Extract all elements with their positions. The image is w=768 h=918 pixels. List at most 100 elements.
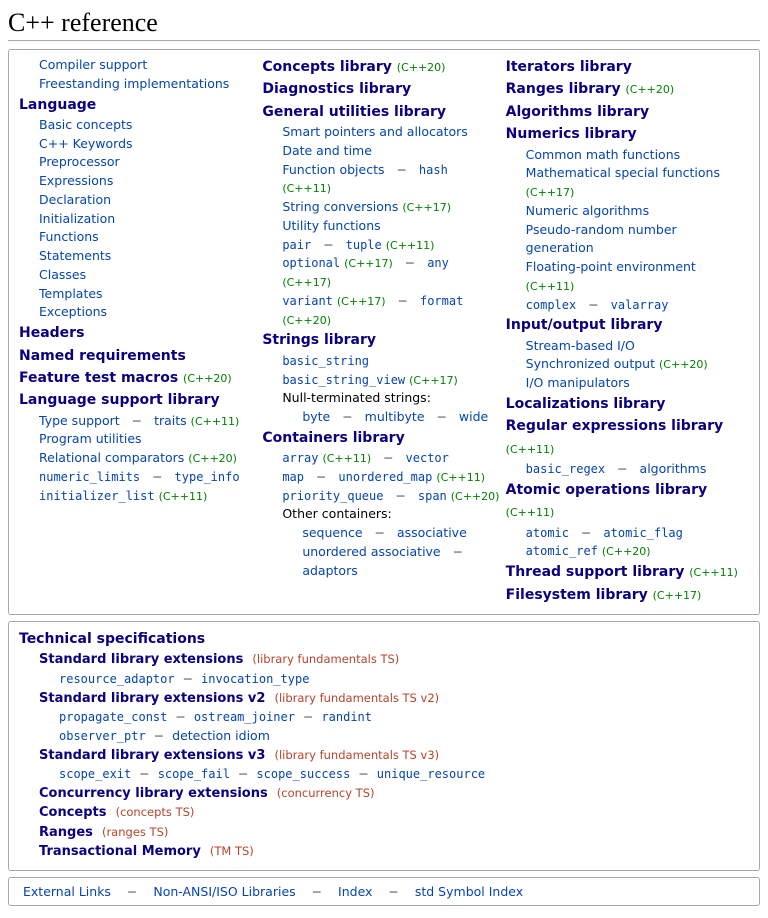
complex-link[interactable]: complex <box>526 298 577 312</box>
basic-string-view-link[interactable]: basic_string_view <box>282 373 405 387</box>
pair-link[interactable]: pair <box>282 238 311 252</box>
util-fn-link[interactable]: Utility functions <box>282 218 380 233</box>
scope-exit-link[interactable]: scope_exit <box>59 767 131 781</box>
map-link[interactable]: map <box>282 470 304 484</box>
common-math-link[interactable]: Common math functions <box>526 147 680 162</box>
optional-link[interactable]: optional <box>282 256 340 270</box>
unordered-map-link[interactable]: unordered_map <box>338 470 432 484</box>
compiler-support-link[interactable]: Compiler support <box>39 57 147 72</box>
program-utilities-link[interactable]: Program utilities <box>39 431 142 446</box>
headers-link[interactable]: Headers <box>19 325 84 341</box>
std-ext-link[interactable]: Standard library extensions <box>39 652 243 667</box>
regex-link[interactable]: Regular expressions library <box>506 418 724 434</box>
array-link[interactable]: array <box>282 451 318 465</box>
scope-success-link[interactable]: scope_success <box>256 767 350 781</box>
vector-link[interactable]: vector <box>406 451 449 465</box>
unique-resource-link[interactable]: unique_resource <box>377 767 485 781</box>
rel-comparators-link[interactable]: Relational comparators <box>39 450 184 465</box>
associative-link[interactable]: associative <box>397 525 467 540</box>
std-ext3-link[interactable]: Standard library extensions v3 <box>39 748 265 763</box>
numeric-algo-link[interactable]: Numeric algorithms <box>526 203 649 218</box>
initialization-link[interactable]: Initialization <box>39 211 115 226</box>
sequence-link[interactable]: sequence <box>302 525 362 540</box>
type-support-link[interactable]: Type support <box>39 413 120 428</box>
expressions-link[interactable]: Expressions <box>39 173 113 188</box>
basic-concepts-link[interactable]: Basic concepts <box>39 117 132 132</box>
scope-fail-link[interactable]: scope_fail <box>158 767 230 781</box>
ranges-ts-link[interactable]: Ranges <box>39 825 93 840</box>
concepts-ts-link[interactable]: Concepts <box>39 805 107 820</box>
smart-ptr-link[interactable]: Smart pointers and allocators <box>282 124 467 139</box>
lang-support-link[interactable]: Language support library <box>19 392 220 408</box>
tuple-link[interactable]: tuple <box>346 238 382 252</box>
iterators-link[interactable]: Iterators library <box>506 59 632 75</box>
invocation-type-link[interactable]: invocation_type <box>201 672 309 686</box>
exceptions-link[interactable]: Exceptions <box>39 304 107 319</box>
functions-link[interactable]: Functions <box>39 229 99 244</box>
statements-link[interactable]: Statements <box>39 248 111 263</box>
resource-adaptor-link[interactable]: resource_adaptor <box>59 672 175 686</box>
stream-io-link[interactable]: Stream-based I/O <box>526 338 635 353</box>
randint-link[interactable]: randint <box>321 710 372 724</box>
ranges-lib-link[interactable]: Ranges library <box>506 81 621 97</box>
str-conv-link[interactable]: String conversions <box>282 199 398 214</box>
fp-env-link[interactable]: Floating-point environment <box>526 259 696 274</box>
std-ext2-link[interactable]: Standard library extensions v2 <box>39 691 265 706</box>
atomic-ref-link[interactable]: atomic_ref <box>526 544 598 558</box>
wide-link[interactable]: wide <box>459 409 488 424</box>
external-links-link[interactable]: External Links <box>19 884 115 899</box>
atomic-ops-link[interactable]: Atomic operations library <box>506 482 707 498</box>
format-link[interactable]: format <box>420 294 463 308</box>
thread-link[interactable]: Thread support library <box>506 564 685 580</box>
tm-link[interactable]: Transactional Memory <box>39 844 201 859</box>
byte-str-link[interactable]: byte <box>302 409 330 424</box>
preprocessor-link[interactable]: Preprocessor <box>39 154 120 169</box>
classes-link[interactable]: Classes <box>39 267 86 282</box>
containers-link[interactable]: Containers library <box>262 430 404 446</box>
func-obj-link[interactable]: Function objects <box>282 162 384 177</box>
numerics-link[interactable]: Numerics library <box>506 126 637 142</box>
concurrency-ext-link[interactable]: Concurrency library extensions <box>39 786 268 801</box>
sync-output-link[interactable]: Synchronized output <box>526 356 655 371</box>
span-link[interactable]: span <box>418 489 447 503</box>
valarray-link[interactable]: valarray <box>611 298 669 312</box>
non-ansi-link[interactable]: Non-ANSI/ISO Libraries <box>149 884 299 899</box>
language-link[interactable]: Language <box>19 97 96 113</box>
io-manip-link[interactable]: I/O manipulators <box>526 375 630 390</box>
declaration-link[interactable]: Declaration <box>39 192 111 207</box>
concepts-lib-link[interactable]: Concepts library <box>262 59 392 75</box>
regex-algo-link[interactable]: algorithms <box>640 461 707 476</box>
feature-test-link[interactable]: Feature test macros <box>19 370 178 386</box>
ostream-joiner-link[interactable]: ostream_joiner <box>194 710 295 724</box>
any-link[interactable]: any <box>427 256 449 270</box>
detection-idiom-link[interactable]: detection idiom <box>172 728 270 743</box>
templates-link[interactable]: Templates <box>39 286 103 301</box>
priority-queue-link[interactable]: priority_queue <box>282 489 383 503</box>
strings-link[interactable]: Strings library <box>262 332 376 348</box>
date-time-link[interactable]: Date and time <box>282 143 372 158</box>
multibyte-link[interactable]: multibyte <box>365 409 425 424</box>
math-special-link[interactable]: Mathematical special functions <box>526 165 720 180</box>
named-requirements-link[interactable]: Named requirements <box>19 348 186 364</box>
atomic-flag-link[interactable]: atomic_flag <box>603 526 682 540</box>
atomic-link[interactable]: atomic <box>526 526 569 540</box>
hash-link[interactable]: hash <box>419 163 448 177</box>
tech-spec-link[interactable]: Technical specifications <box>19 631 205 647</box>
adaptors-link[interactable]: adaptors <box>302 563 357 578</box>
unordered-assoc-link[interactable]: unordered associative <box>302 544 440 559</box>
traits-link[interactable]: traits <box>154 413 187 428</box>
type-info-link[interactable]: type_info <box>175 470 240 484</box>
gen-util-link[interactable]: General utilities library <box>262 104 446 120</box>
propagate-const-link[interactable]: propagate_const <box>59 710 167 724</box>
diagnostics-link[interactable]: Diagnostics library <box>262 81 411 97</box>
keywords-link[interactable]: C++ Keywords <box>39 136 133 151</box>
io-lib-link[interactable]: Input/output library <box>506 317 663 333</box>
basic-regex-link[interactable]: basic_regex <box>526 462 605 476</box>
std-symbol-index-link[interactable]: std Symbol Index <box>411 884 527 899</box>
filesystem-link[interactable]: Filesystem library <box>506 587 648 603</box>
initializer-list-link[interactable]: initializer_list <box>39 489 155 503</box>
variant-link[interactable]: variant <box>282 294 333 308</box>
prng-link[interactable]: Pseudo-random number generation <box>526 222 677 256</box>
basic-string-link[interactable]: basic_string <box>282 354 369 368</box>
observer-ptr-link[interactable]: observer_ptr <box>59 729 146 743</box>
